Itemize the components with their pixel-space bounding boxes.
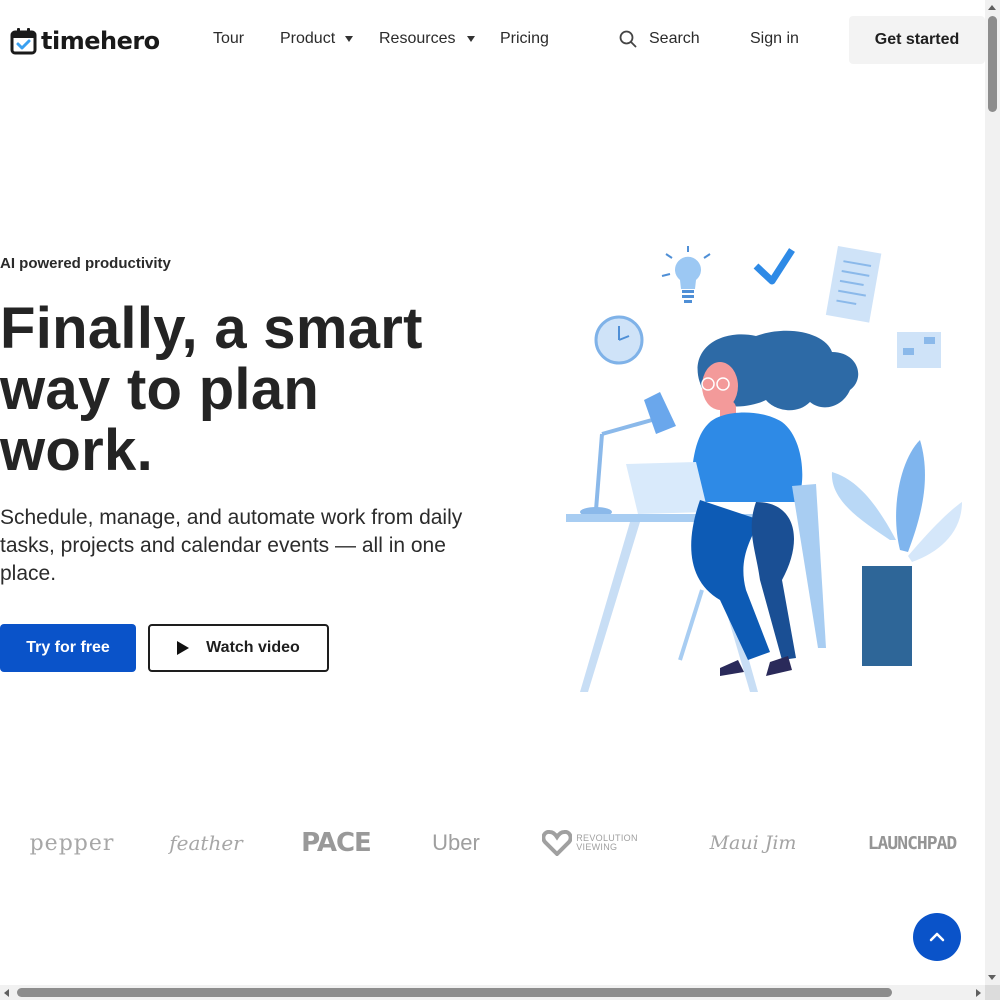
search-label: Search [649, 30, 700, 47]
play-icon [177, 641, 190, 655]
search-button[interactable]: Search [619, 28, 700, 50]
maui-jim-logo: Maui Jim [709, 832, 797, 854]
nav-tour-label: Tour [213, 30, 245, 47]
watch-video-button[interactable]: Watch video [148, 624, 329, 672]
chevron-up-icon [929, 932, 945, 942]
nav-product-label: Product [280, 30, 336, 47]
clock-icon [594, 315, 644, 365]
scrollbar-corner [985, 985, 1000, 1000]
brand-name: timehero [41, 27, 160, 55]
heart-icon [542, 830, 573, 856]
card-icon [897, 332, 941, 368]
checkmark-icon [753, 248, 795, 285]
horizontal-scroll-thumb[interactable] [17, 988, 892, 997]
lightbulb-icon [661, 246, 711, 303]
hero-title: Finally, a smart way to plan work. [0, 296, 423, 483]
back-to-top-button[interactable] [913, 913, 961, 961]
pepper-logo: pepper [29, 830, 115, 856]
nav-tour[interactable]: Tour [213, 28, 244, 50]
scroll-up-arrow-icon[interactable] [988, 5, 996, 10]
feather-logo: feather [169, 831, 243, 855]
scroll-right-arrow-icon[interactable] [976, 989, 981, 997]
caret-down-icon [467, 36, 476, 42]
revolution-viewing-wordmark: REVOLUTION VIEWING [576, 834, 638, 852]
nav-pricing-label: Pricing [500, 30, 549, 47]
document-icon [825, 245, 882, 323]
search-icon [619, 30, 637, 48]
nav-product[interactable]: Product [280, 28, 354, 50]
vertical-scrollbar[interactable] [985, 0, 1000, 985]
caret-down-icon [345, 36, 354, 42]
revolution-viewing-logo: REVOLUTION VIEWING [542, 818, 638, 868]
site-header: timehero Tour Product Resources Pricing … [0, 0, 985, 80]
pace-logo: PACE [301, 828, 372, 858]
timehero-logo[interactable]: timehero [10, 26, 160, 56]
scroll-left-arrow-icon[interactable] [4, 989, 9, 997]
woman-working-illustration [566, 245, 962, 692]
scroll-down-arrow-icon[interactable] [988, 975, 996, 980]
revolution-line2: VIEWING [576, 842, 618, 852]
try-for-free-button[interactable]: Try for free [0, 624, 136, 672]
horizontal-scrollbar[interactable] [0, 985, 985, 1000]
nav-pricing[interactable]: Pricing [500, 28, 549, 50]
vertical-scroll-thumb[interactable] [988, 16, 997, 112]
hero-eyebrow: AI powered productivity [0, 255, 171, 272]
watch-video-label: Watch video [206, 639, 300, 656]
uber-logo: Uber [432, 830, 480, 855]
get-started-button[interactable]: Get started [849, 16, 985, 64]
nav-resources-label: Resources [379, 30, 456, 47]
nav-resources[interactable]: Resources [379, 28, 476, 50]
hero-subtitle: Schedule, manage, and automate work from… [0, 506, 463, 585]
launchpad-logo: LAUNCHPAD [867, 832, 958, 854]
calendar-check-icon [10, 28, 37, 55]
sign-in-link[interactable]: Sign in [750, 28, 799, 50]
